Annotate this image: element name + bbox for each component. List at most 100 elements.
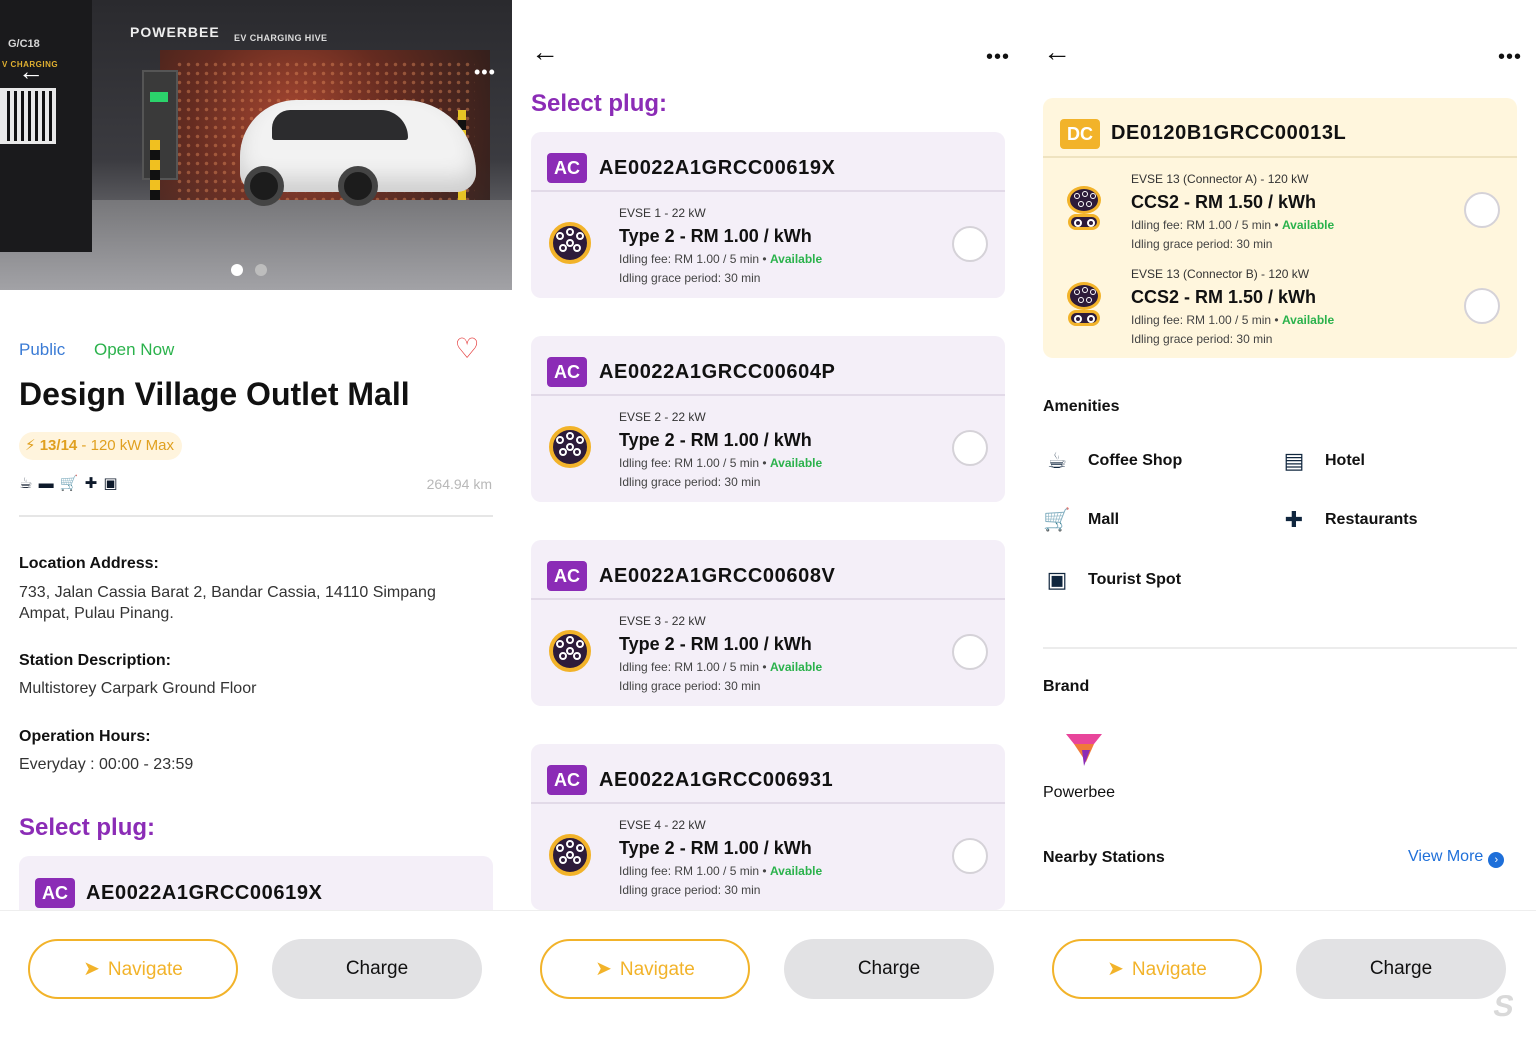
utensils-icon: ✚	[84, 475, 99, 492]
idling-fee: Idling fee: RM 1.00 / 5 min • Available	[1131, 313, 1334, 327]
back-arrow-icon[interactable]: ←	[18, 58, 44, 84]
plug-type-price: Type 2 - RM 1.00 / kWh	[619, 430, 812, 450]
type2-plug-icon	[549, 834, 591, 876]
more-options-icon[interactable]: •••	[986, 46, 1010, 69]
type2-plug-icon	[549, 222, 591, 264]
car-wheel	[244, 166, 284, 206]
navigate-arrow-icon: ➤	[595, 958, 612, 980]
carousel-dot-active[interactable]	[231, 264, 243, 276]
plug-id: AE0022A1GRCC00619X	[599, 157, 836, 179]
grace-period: Idling grace period: 30 min	[619, 475, 761, 489]
chevron-right-icon: ›	[1488, 852, 1505, 868]
dc-plug-card[interactable]: DC DE0120B1GRCC00013L EVSE 13 (Connector…	[1043, 98, 1517, 358]
idling-fee: Idling fee: RM 1.00 / 5 min • Available	[619, 456, 822, 470]
favorite-heart-icon[interactable]: ♡	[452, 334, 482, 364]
plug-id: AE0022A1GRCC00619X	[86, 882, 323, 904]
more-options-icon[interactable]: •••	[1498, 46, 1522, 69]
description-label: Station Description:	[19, 652, 172, 669]
plug-radio[interactable]	[1464, 192, 1500, 228]
idling-fee: Idling fee: RM 1.00 / 5 min • Available	[619, 864, 822, 878]
idling-fee: Idling fee: RM 1.00 / 5 min • Available	[619, 660, 822, 674]
plug-id: AE0022A1GRCC00608V	[599, 565, 836, 587]
ac-badge: AC	[547, 561, 587, 591]
plug-id: DE0120B1GRCC00013L	[1111, 122, 1347, 144]
plug-id: AE0022A1GRCC006931	[599, 769, 834, 791]
coffee-icon: ☕	[1047, 448, 1067, 473]
idling-fee-text: Idling fee: RM 1.00 / 5 min •	[619, 456, 770, 470]
idling-fee-text: Idling fee: RM 1.00 / 5 min •	[619, 252, 770, 266]
bollard	[150, 140, 160, 200]
bed-icon: ▬	[38, 475, 55, 492]
station-detail-screen: G/C18 V CHARGING POWERBEE EV CHARGING HI…	[0, 0, 512, 1047]
brand-signage: POWERBEE	[130, 24, 220, 40]
station-photo[interactable]: G/C18 V CHARGING POWERBEE EV CHARGING HI…	[0, 0, 512, 290]
charge-button[interactable]: Charge	[272, 939, 482, 999]
plug-card[interactable]: AC AE0022A1GRCC006931 EVSE 4 - 22 kW Typ…	[531, 744, 1005, 910]
evse-label: EVSE 3 - 22 kW	[619, 614, 706, 628]
carousel-dot[interactable]	[255, 264, 267, 276]
evse-label: EVSE 13 (Connector B) - 120 kW	[1131, 267, 1310, 281]
divider	[19, 515, 493, 517]
grace-period: Idling grace period: 30 min	[1131, 332, 1273, 346]
idling-fee-text: Idling fee: RM 1.00 / 5 min •	[1131, 218, 1282, 232]
plug-radio[interactable]	[952, 634, 988, 670]
qr-code-image	[0, 88, 56, 144]
idling-fee: Idling fee: RM 1.00 / 5 min • Available	[1131, 218, 1334, 232]
plug-card[interactable]: AC AE0022A1GRCC00608V EVSE 3 - 22 kW Typ…	[531, 540, 1005, 706]
select-plug-screen: ← ••• Select plug: AC AE0022A1GRCC00619X…	[512, 0, 1024, 1047]
navigate-button[interactable]: ➤ Navigate	[540, 939, 750, 999]
plug-type-price: Type 2 - RM 1.00 / kWh	[619, 226, 812, 246]
brand-name: Powerbee	[1043, 784, 1116, 801]
grace-period: Idling grace period: 30 min	[619, 679, 761, 693]
view-more-link[interactable]: View More ›	[1408, 848, 1505, 868]
charge-button[interactable]: Charge	[1296, 939, 1506, 999]
select-plug-title: Select plug:	[19, 814, 156, 841]
address-label: Location Address:	[19, 555, 159, 572]
more-options-icon[interactable]: •••	[474, 62, 496, 83]
brand-title: Brand	[1043, 678, 1090, 695]
amenity-icons-row: ☕ ▬ 🛒 ✚ ▣	[19, 474, 119, 492]
max-power: - 120 kW Max	[77, 437, 174, 454]
divider	[1043, 647, 1517, 649]
plug-type-price: CCS2 - RM 1.50 / kWh	[1131, 192, 1317, 212]
dc-plug-amenities-screen: ← ••• DC DE0120B1GRCC00013L EVSE 13 (Con…	[1024, 0, 1536, 1047]
plug-card-header: AC AE0022A1GRCC00619X	[531, 132, 1005, 192]
grace-period: Idling grace period: 30 min	[1131, 237, 1273, 251]
ac-badge: AC	[547, 153, 587, 183]
navigate-button[interactable]: ➤ Navigate	[28, 939, 238, 999]
idling-fee-text: Idling fee: RM 1.00 / 5 min •	[619, 864, 770, 878]
plug-radio[interactable]	[952, 226, 988, 262]
availability-status: Available	[1281, 218, 1335, 232]
open-now-tag: Open Now	[94, 340, 175, 359]
amenity-tourist-spot: Tourist Spot	[1088, 571, 1182, 588]
grace-period: Idling grace period: 30 min	[619, 271, 761, 285]
idling-fee-text: Idling fee: RM 1.00 / 5 min •	[619, 660, 770, 674]
availability-count: 13/14	[39, 437, 78, 454]
charge-button[interactable]: Charge	[784, 939, 994, 999]
plug-card[interactable]: AC AE0022A1GRCC00604P EVSE 2 - 22 kW Typ…	[531, 336, 1005, 502]
lightning-icon: ⚡	[25, 437, 36, 454]
plug-radio[interactable]	[952, 430, 988, 466]
plug-card[interactable]: AC AE0022A1GRCC00619X EVSE 1 - 22 kW Typ…	[531, 132, 1005, 298]
navigate-label: Navigate	[619, 959, 695, 980]
car-window	[272, 110, 408, 140]
back-arrow-icon[interactable]: ←	[1043, 38, 1071, 66]
plug-type-price: Type 2 - RM 1.00 / kWh	[619, 838, 812, 858]
station-name: Design Village Outlet Mall	[19, 376, 410, 412]
plug-radio[interactable]	[952, 838, 988, 874]
bottom-action-bar: ➤ Navigate Charge	[512, 910, 1024, 1047]
ccs2-plug-icon	[1067, 186, 1103, 232]
ev-charger-unit	[142, 70, 178, 180]
evse-label: EVSE 13 (Connector A) - 120 kW	[1131, 172, 1309, 186]
type2-plug-icon	[549, 426, 591, 468]
navigate-label: Navigate	[1131, 959, 1207, 980]
plug-radio[interactable]	[1464, 288, 1500, 324]
plug-type-price: CCS2 - RM 1.50 / kWh	[1131, 287, 1317, 307]
brand-signage-sub: EV CHARGING HIVE	[234, 33, 328, 43]
navigate-button[interactable]: ➤ Navigate	[1052, 939, 1262, 999]
distance: 264.94 km	[426, 476, 492, 492]
car-wheel	[338, 166, 378, 206]
back-arrow-icon[interactable]: ←	[531, 38, 559, 66]
camera-icon: ▣	[1046, 567, 1068, 592]
powerbee-logo	[1066, 734, 1102, 766]
